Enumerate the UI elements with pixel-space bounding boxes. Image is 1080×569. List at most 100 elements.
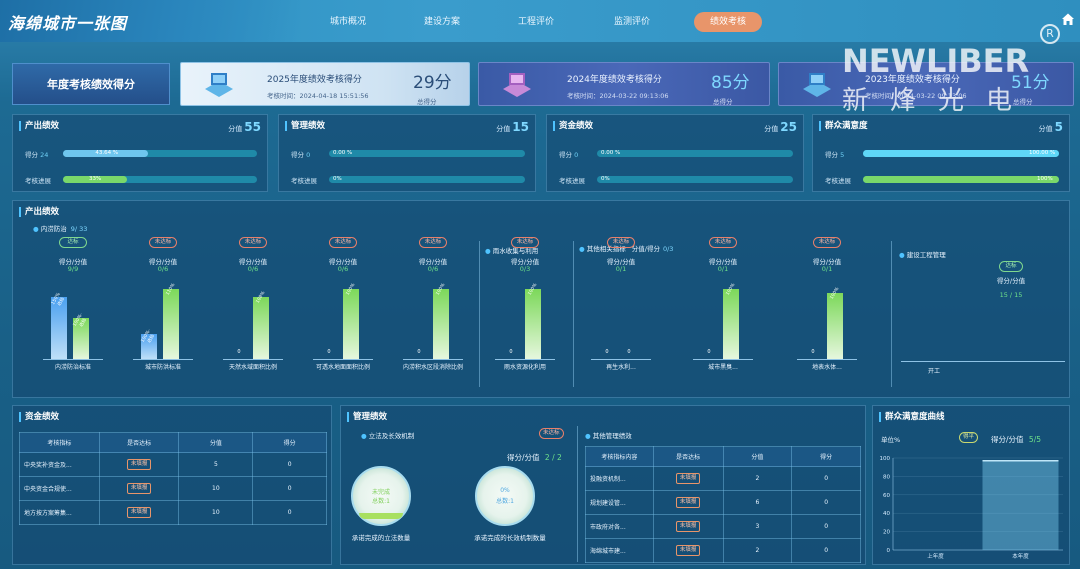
category-score: 分值 5 <box>1039 120 1063 134</box>
nav-monitoring-evaluation[interactable]: 监测评价 <box>602 12 662 32</box>
brand-watermark: NEWLIBER <box>842 42 1030 80</box>
assessment-progress-bar: 0% <box>329 176 525 183</box>
score-progress-bar: 0.00 % <box>329 150 525 157</box>
chart-bar <box>253 297 269 359</box>
computer-icon <box>205 73 233 97</box>
computer-icon <box>803 73 831 97</box>
chart-bar <box>343 289 359 359</box>
progress-row-label: 考核进展 <box>825 177 851 185</box>
panel-title: 产出绩效 <box>19 207 59 217</box>
y-tick-label: 0 <box>887 548 891 554</box>
cell-score: 5 <box>178 452 254 477</box>
x-tick-label: 上年度 <box>927 552 944 560</box>
category-panel[interactable]: 群众满意度 分值 5 得分 5 100.00 % 考核进展 100% <box>812 114 1070 192</box>
cell-status: 未填报 <box>98 476 180 501</box>
subsection-label: 其他管理绩效 <box>592 432 632 440</box>
table-row[interactable]: 地方按方案筹集... 未填报 10 0 <box>19 500 327 525</box>
table-row[interactable]: 中央奖补资金及... 未填报 5 0 <box>19 452 327 477</box>
cell-score: 2 <box>722 466 793 491</box>
nav-project-evaluation[interactable]: 工程评价 <box>506 12 566 32</box>
home-icon[interactable] <box>1061 12 1075 26</box>
status-badge: 未达标 <box>149 237 177 248</box>
funding-performance-panel: 资金绩效 考核指标 是否达标 分值 得分 中央奖补资金及... 未填报 5 0中… <box>12 405 332 565</box>
row-label: 得分 <box>825 151 838 159</box>
cell-status: 未填报 <box>652 538 724 563</box>
satisfaction-score: 得分/分值 5/5 <box>991 434 1041 445</box>
category-panel[interactable]: 资金绩效 分值 25 得分 0 0.00 % 考核进展 0% <box>546 114 804 192</box>
assessment-progress-text: 33% <box>89 176 102 182</box>
table-row[interactable]: 投融资机制... 未填报 2 0 <box>585 466 861 491</box>
group-extra: 分值/得分 <box>631 245 660 253</box>
axis-line <box>43 359 103 360</box>
y-tick-label: 80 <box>883 474 890 480</box>
nav-construction-plan[interactable]: 建设方案 <box>412 12 472 32</box>
status-badge: 未达标 <box>813 237 841 248</box>
nav-performance-assessment[interactable]: 绩效考核 <box>694 12 762 32</box>
chart-bar <box>982 460 1059 550</box>
category-title: 资金绩效 <box>553 121 593 131</box>
bar-label: 0 <box>237 349 241 355</box>
cell-got: 0 <box>791 466 861 491</box>
axis-line <box>591 359 651 360</box>
status-badge: 未达标 <box>329 237 357 248</box>
status-tag: 未填报 <box>675 473 701 484</box>
status-badge: 未达标 <box>607 237 635 248</box>
funding-table: 考核指标 是否达标 分值 得分 中央奖补资金及... 未填报 5 0 中央资金合规… <box>19 432 327 525</box>
bar-label: 0 <box>327 349 331 355</box>
subsection-label: 立法及长效机制 <box>368 432 415 440</box>
cell-score: 3 <box>722 514 793 539</box>
cell-score: 10 <box>178 476 254 501</box>
score-value: 0/1 <box>615 265 627 273</box>
col-header: 考核指标 <box>19 432 100 453</box>
status-badge: 未达标 <box>539 428 564 439</box>
mechanism-progress-circle: 0% 总数:1 <box>475 466 535 526</box>
year-card-2024[interactable]: 2024年度绩效考核得分 考核时间：2024-03-22 09:13:06 85… <box>478 62 770 106</box>
score-value: 0/6 <box>427 265 439 273</box>
score-label: 分值 <box>496 125 511 133</box>
category-score: 分值 15 <box>496 120 529 134</box>
row-label: 得分 <box>291 151 304 159</box>
score-row-label: 得分 5 <box>825 149 844 159</box>
chart-bar <box>163 289 179 359</box>
category-panel[interactable]: 产出绩效 分值 55 得分 24 43.64 % 考核进展 33% <box>12 114 268 192</box>
cell-status: 未填报 <box>652 466 724 491</box>
x-axis-label: 城市黑臭... <box>708 364 738 371</box>
score-row-label: 得分 0 <box>291 149 310 159</box>
cell-status: 未填报 <box>98 500 180 525</box>
app-title: 海绵城市一张图 <box>8 14 128 33</box>
category-score: 分值 55 <box>228 120 261 134</box>
score-progress-bar: 43.64 % <box>63 150 257 157</box>
table-row[interactable]: 市政府对各... 未填报 3 0 <box>585 514 861 539</box>
cell-name: 市政府对各... <box>585 514 654 539</box>
table-row[interactable]: 海绵城市建... 未填报 2 0 <box>585 538 861 563</box>
cell-score: 6 <box>722 490 793 515</box>
year-card-score-label: 总得分 <box>713 98 733 106</box>
other-management-subsection: ● 其他管理绩效 <box>585 432 632 440</box>
score-progress-text: 0.00 % <box>333 150 353 156</box>
progress-row-label: 考核进展 <box>559 177 585 185</box>
axis-line <box>133 359 193 360</box>
table-row[interactable]: 规划建设管... 未填报 6 0 <box>585 490 861 515</box>
cell-name: 中央奖补资金及... <box>19 452 100 477</box>
status-tag: 未填报 <box>126 507 152 518</box>
score-progress-text: 0.00 % <box>601 150 621 156</box>
divider <box>479 241 480 387</box>
row-value: 0 <box>306 151 311 159</box>
cell-status: 未填报 <box>652 514 724 539</box>
year-card-2025[interactable]: 2025年度绩效考核得分 考核时间：2024-04-18 15:51:56 29… <box>180 62 470 106</box>
divider <box>891 241 892 387</box>
score-value: 2 / 2 <box>544 453 562 462</box>
col-header: 分值 <box>722 446 793 467</box>
category-title: 群众满意度 <box>819 121 868 131</box>
progress-row-label: 考核进展 <box>25 177 51 185</box>
score-row-label: 得分 0 <box>559 149 578 159</box>
score-value: 0/1 <box>821 265 833 273</box>
table-row[interactable]: 中央资金合规使... 未填报 10 0 <box>19 476 327 501</box>
score-progress-text: 100.00 % <box>1029 150 1056 156</box>
nav-city-overview[interactable]: 城市概况 <box>318 12 378 32</box>
row-label: 得分 <box>25 151 38 159</box>
management-table: 考核指标内容 是否达标 分值 得分 投融资机制... 未填报 2 0 规划建设管.… <box>585 446 861 563</box>
y-tick-label: 40 <box>883 511 890 517</box>
circle-caption: 承诺完成的立法数量 <box>351 534 411 542</box>
category-panel[interactable]: 管理绩效 分值 15 得分 0 0.00 % 考核进展 0% <box>278 114 536 192</box>
